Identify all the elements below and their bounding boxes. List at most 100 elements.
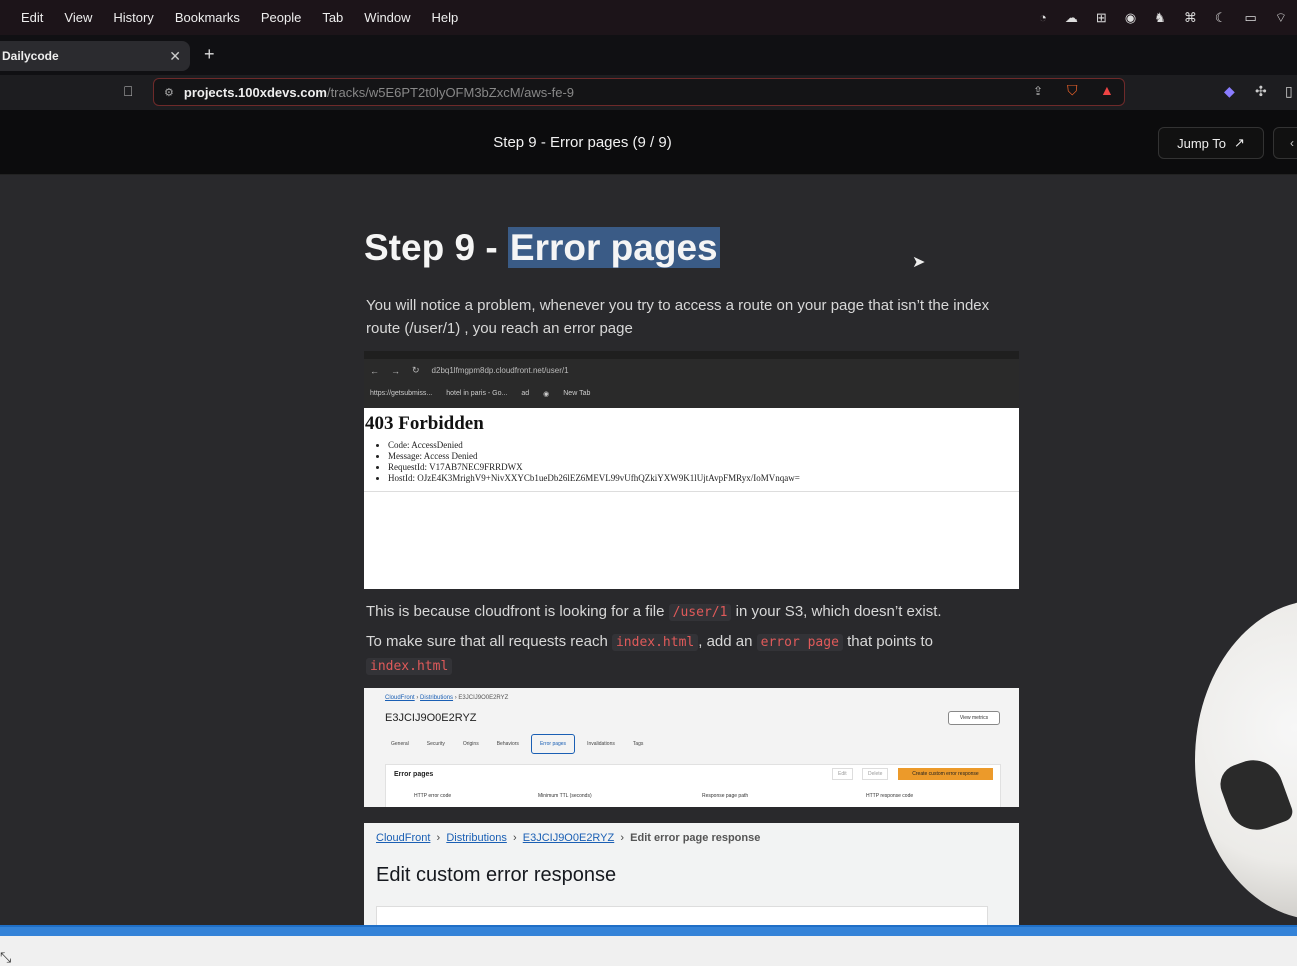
bookmark-item: ad [521, 390, 530, 397]
reload-icon: ↻ [412, 365, 420, 375]
arrow-up-right-icon: ↗ [1234, 135, 1245, 150]
intro-paragraph: You will notice a problem, whenever you … [366, 297, 990, 337]
inline-code: index.html [611, 634, 699, 651]
menu-help[interactable]: Help [432, 10, 459, 25]
tab-security: Security [426, 741, 445, 747]
menu-window[interactable]: Window [364, 10, 410, 25]
url-bar[interactable]: ⚙ projects.100xdevs.com /tracks/w5E6PT2t… [153, 78, 1125, 106]
view-metrics-button: View metrics [948, 711, 1000, 725]
lesson-title: Step 9 - Error pages (9 / 9) [493, 134, 672, 151]
list-item: Message: Access Denied [388, 451, 1019, 462]
chart-status-icon[interactable]: ◔ [1039, 10, 1047, 25]
menu-bar: Edit View History Bookmarks People Tab W… [0, 0, 1297, 35]
breadcrumb: CloudFront › Distributions › E3JCIJ9O0E2… [385, 695, 509, 701]
divider [364, 491, 1019, 492]
forbidden-details: Code: AccessDenied Message: Access Denie… [388, 440, 1019, 484]
cloudfront-error-pages-screenshot: CloudFront › Distributions › E3JCIJ9O0E2… [364, 688, 1019, 807]
instruction-paragraph: To make sure that all requests reach ind… [366, 633, 933, 675]
heading-highlight: Error pages [507, 227, 720, 268]
chevron-left-icon: ‹ [1290, 136, 1294, 150]
edit-button: Edit [832, 768, 853, 780]
tab-general: General [391, 741, 409, 747]
tab-title: Dailycode [2, 49, 59, 63]
list-item: RequestId: V17AB7NEC9FRRDWX [388, 462, 1019, 473]
distribution-id: E3JCIJ9O0E2RYZ [385, 712, 477, 724]
url-path: /tracks/w5E6PT2t0lyOFM3bZxcM/aws-fe-9 [326, 84, 575, 100]
wifi-icon[interactable]: ⌔ [1275, 10, 1287, 26]
new-tab-button[interactable]: + [204, 44, 215, 65]
lesson-content: Step 9 - Error pages You will notice a p… [0, 175, 1297, 925]
inline-code: /user/1 [668, 604, 732, 621]
heading-prefix: Step 9 - [364, 227, 508, 268]
edit-error-response-screenshot: CloudFront › Distributions › E3JCIJ9O0E2… [364, 823, 1019, 925]
menu-tab[interactable]: Tab [322, 10, 343, 25]
menu-history[interactable]: History [113, 10, 153, 25]
create-custom-error-response-button: Create custom error response [898, 768, 993, 780]
tab-bar: Dailycode ✕ [0, 35, 1297, 75]
back-icon: ← [370, 365, 379, 376]
bookmark-item: hotel in paris - Go... [446, 390, 508, 397]
menu-edit[interactable]: Edit [21, 10, 43, 25]
tab-tags: Tags [632, 741, 644, 747]
browser-tab[interactable]: Dailycode ✕ [0, 41, 190, 71]
distribution-tabs: General Security Origins Behaviors Error… [385, 734, 649, 754]
site-settings-icon[interactable]: ⚙ [164, 86, 174, 99]
forbidden-title: 403 Forbidden [365, 413, 484, 434]
grid-status-icon[interactable]: ⊞ [1096, 10, 1107, 26]
leo-icon[interactable]: ◆ [1224, 83, 1235, 100]
breadcrumb: CloudFront › Distributions › E3JCIJ9O0E2… [376, 832, 761, 844]
extensions-icon[interactable]: ✣ [1255, 83, 1267, 100]
jump-to-button[interactable]: Jump To ↗ [1158, 127, 1264, 159]
menu-view[interactable]: View [64, 10, 92, 25]
webcam-overlay [1195, 600, 1297, 920]
progress-bar [0, 925, 1297, 936]
bookmark-item: ◉ [543, 391, 550, 398]
panel-title: Error pages [394, 771, 434, 778]
page-heading: Step 9 - Error pages [364, 227, 720, 269]
inline-code: error page [756, 634, 843, 651]
list-item: Code: AccessDenied [388, 440, 1019, 451]
battery-icon[interactable]: ▭ [1244, 10, 1256, 26]
tab-origins: Origins [462, 741, 479, 747]
screenshot-bookmarks: https://getsubmiss... hotel in paris - G… [370, 390, 590, 398]
table-header: HTTP error code Minimum TTL (seconds) Re… [414, 793, 914, 799]
menu-people[interactable]: People [261, 10, 301, 25]
share-icon[interactable]: ⇪ [1033, 84, 1043, 98]
brave-shield-icon[interactable]: ⛉ [1067, 82, 1078, 99]
bookmark-item: New Tab [563, 390, 591, 397]
error-pages-panel: Error pages Edit Delete Create custom er… [385, 764, 1001, 807]
delete-button: Delete [862, 768, 889, 780]
status-icons: ◔ ☁ ⊞ ◉ ♞ ⌘ ☾ ▭ ⌔ [1039, 0, 1287, 35]
screenshot-url: d2bq1lfmgpm8dp.cloudfront.net/user/1 [431, 366, 569, 375]
sidebar-icon[interactable]: ▯ [1285, 83, 1293, 100]
mouse-cursor-icon: ➤ [912, 254, 926, 271]
cloud-status-icon[interactable]: ☁ [1065, 10, 1078, 26]
prev-button[interactable]: ‹ [1273, 127, 1297, 159]
address-bar-row: ⎕ ⚙ projects.100xdevs.com /tracks/w5E6PT… [0, 75, 1297, 110]
tab-behaviors: Behaviors [496, 741, 519, 747]
cat-status-icon[interactable]: ♞ [1154, 10, 1166, 26]
tab-error-pages: Error pages [530, 734, 576, 754]
url-host: projects.100xdevs.com [183, 84, 327, 100]
bookmark-icon[interactable]: ⎕ [124, 83, 132, 100]
screenshot-browser-chrome: ← → ↻ d2bq1lfmgpm8dp.cloudfront.net/user… [364, 351, 1019, 408]
command-icon[interactable]: ⌘ [1184, 10, 1197, 26]
inline-code: index.html [366, 658, 453, 675]
vpn-status-icon[interactable]: ◉ [1125, 10, 1136, 26]
bookmark-item: https://getsubmiss... [370, 390, 433, 397]
close-tab-icon[interactable]: ✕ [169, 48, 181, 65]
tab-invalidations: Invalidations [587, 741, 615, 747]
brave-rewards-icon[interactable]: ▲ [1100, 82, 1114, 98]
moon-icon[interactable]: ☾ [1215, 10, 1227, 26]
forward-icon: → [391, 365, 400, 376]
expand-icon[interactable]: ⤡ [0, 949, 11, 966]
progress-bar-area: ⤡ [0, 925, 1297, 966]
form-container [376, 906, 988, 925]
forbidden-screenshot: ← → ↻ d2bq1lfmgpm8dp.cloudfront.net/user… [364, 351, 1019, 589]
edit-heading: Edit custom error response [376, 864, 617, 886]
jump-to-label: Jump To [1177, 135, 1226, 151]
menu-bookmarks[interactable]: Bookmarks [175, 10, 240, 25]
explanation-paragraph: This is because cloudfront is looking fo… [366, 603, 942, 621]
lesson-header: Step 9 - Error pages (9 / 9) Jump To ↗ ‹ [0, 110, 1297, 175]
list-item: HostId: OJzE4K3MrighV9+NivXXYCb1ueDb26lE… [388, 473, 1019, 484]
